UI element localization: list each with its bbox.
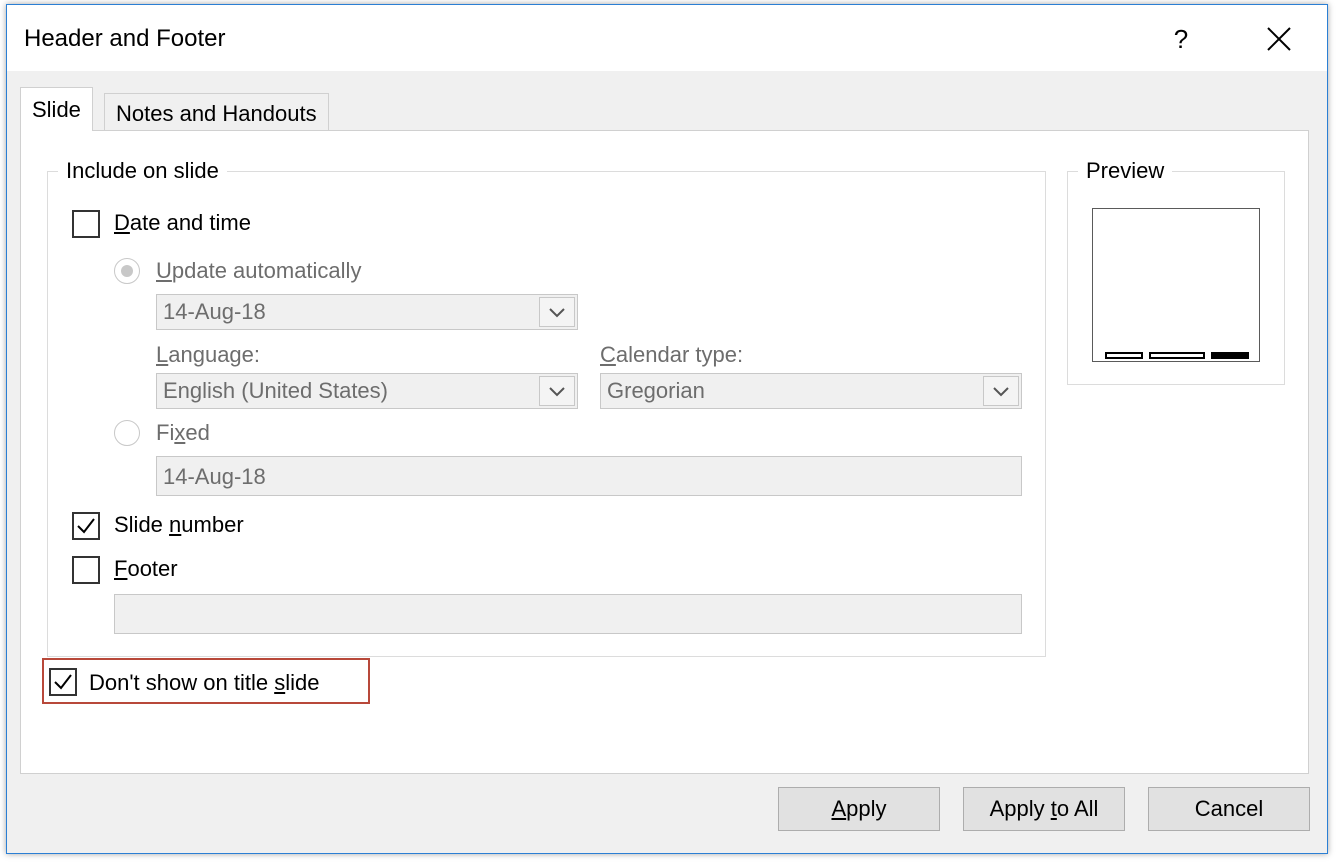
dialog-title: Header and Footer: [24, 25, 226, 52]
close-button[interactable]: [1255, 17, 1303, 61]
help-button[interactable]: ?: [1157, 17, 1205, 61]
radio-selected-dot: [121, 265, 133, 277]
apply-button[interactable]: Apply: [778, 787, 940, 831]
include-on-slide-group: Include on slide Date and time Update au…: [47, 158, 1046, 657]
footer-checkbox[interactable]: [72, 556, 100, 584]
slide-tab-panel: Include on slide Date and time Update au…: [20, 130, 1309, 774]
include-on-slide-legend: Include on slide: [58, 158, 227, 184]
apply-to-all-button[interactable]: Apply to All: [963, 787, 1125, 831]
language-label: Language:: [156, 342, 261, 367]
date-format-select[interactable]: 14-Aug-18: [156, 294, 578, 330]
fixed-label[interactable]: Fixed: [156, 420, 210, 446]
footer-input[interactable]: [114, 594, 1022, 634]
tab-notes-and-handouts[interactable]: Notes and Handouts: [104, 93, 329, 131]
preview-legend: Preview: [1078, 158, 1173, 184]
header-footer-dialog: Header and Footer ? Slide Notes and Hand…: [6, 4, 1328, 854]
slide-number-label[interactable]: Slide number: [114, 512, 244, 538]
checkmark-icon: [54, 674, 72, 690]
tab-slide[interactable]: Slide: [20, 87, 93, 131]
footer-label[interactable]: Footer: [114, 556, 178, 582]
date-time-checkbox[interactable]: [72, 210, 100, 238]
checkmark-icon: [77, 518, 95, 534]
preview-slide-number-placeholder: [1211, 352, 1249, 359]
title-bar: Header and Footer ?: [7, 5, 1327, 71]
calendar-type-label: Calendar type:: [600, 342, 744, 367]
update-automatically-radio[interactable]: [114, 258, 140, 284]
preview-group: Preview: [1067, 158, 1285, 385]
preview-date-placeholder: [1105, 352, 1143, 359]
update-automatically-label[interactable]: Update automatically: [156, 258, 361, 284]
cancel-button[interactable]: Cancel: [1148, 787, 1310, 831]
chevron-down-icon: [539, 297, 575, 327]
fixed-radio[interactable]: [114, 420, 140, 446]
calendar-type-select[interactable]: Gregorian: [600, 373, 1022, 409]
preview-footer-placeholder: [1149, 352, 1205, 359]
language-select[interactable]: English (United States): [156, 373, 578, 409]
dont-show-on-title-slide-checkbox[interactable]: [49, 668, 77, 696]
fixed-date-input[interactable]: 14-Aug-18: [156, 456, 1022, 496]
close-icon: [1267, 27, 1291, 51]
dont-show-on-title-slide-label[interactable]: Don't show on title slide: [89, 670, 319, 696]
chevron-down-icon: [539, 376, 575, 406]
slide-preview: [1092, 208, 1260, 362]
chevron-down-icon: [983, 376, 1019, 406]
date-time-label[interactable]: Date and time: [114, 210, 251, 236]
slide-number-checkbox[interactable]: [72, 512, 100, 540]
